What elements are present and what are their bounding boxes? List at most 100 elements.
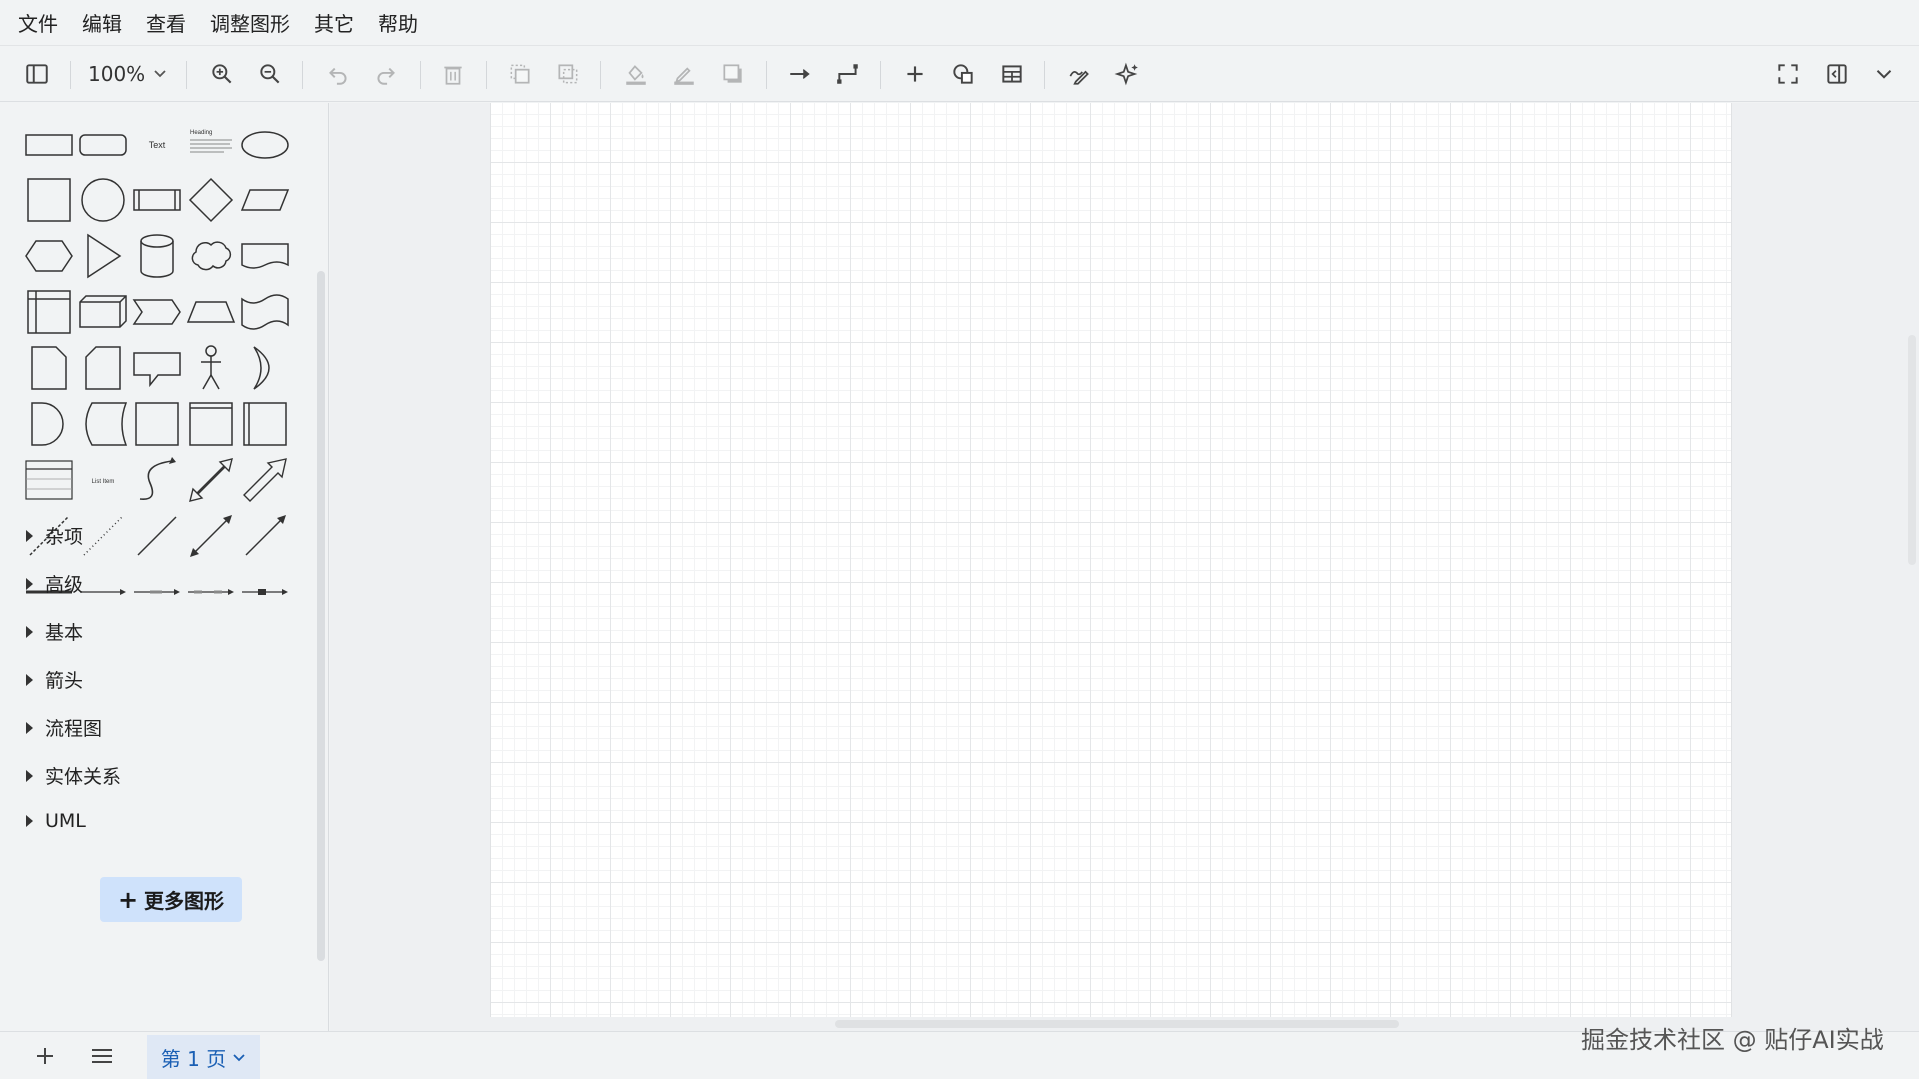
zoom-in-button[interactable] [202,46,242,102]
waypoints-icon [837,64,858,84]
category-uml[interactable]: UML [26,810,86,832]
data-storage-shape[interactable] [76,397,130,451]
document-shape[interactable] [238,229,292,283]
card-shape[interactable] [76,341,130,395]
redo-button[interactable] [366,46,406,102]
expand-button[interactable] [1864,46,1904,102]
note-shape[interactable] [22,341,76,395]
parallelogram-shape[interactable] [238,173,292,227]
shapes-button[interactable] [943,46,983,102]
list-shape[interactable] [22,453,76,507]
format-panel-button[interactable] [1817,46,1857,102]
plus-icon: + [117,885,139,914]
link-arrow-shape[interactable] [76,565,130,619]
arrow-shape[interactable] [238,453,292,507]
rounded-rectangle-shape[interactable] [76,117,130,171]
list-item-shape[interactable]: List Item [76,453,130,507]
table-button[interactable] [992,46,1032,102]
triangle-shape[interactable] [76,229,130,283]
menu-extras[interactable]: 其它 [314,8,354,37]
insert-button[interactable] [895,46,935,102]
process-shape[interactable] [130,173,184,227]
bidirectional-connector-shape[interactable] [184,509,238,563]
rectangle-shape[interactable] [22,117,76,171]
circle-shape[interactable] [76,173,130,227]
cube-shape[interactable] [76,285,130,339]
menu-file[interactable]: 文件 [18,8,58,37]
container-shape[interactable] [130,397,184,451]
internal-storage-shape[interactable] [22,285,76,339]
cloud-shape[interactable] [184,229,238,283]
square-shape[interactable] [22,173,76,227]
add-page-button[interactable] [31,1042,59,1070]
more-shapes-button[interactable]: + 更多图形 [100,877,242,922]
caret-right-icon [26,529,33,542]
caret-right-icon [26,577,33,590]
sidebar-toggle-button[interactable] [17,46,57,102]
diamond-shape[interactable] [184,173,238,227]
line-color-button[interactable] [664,46,704,102]
actor-shape[interactable] [184,341,238,395]
vertical-scrollbar[interactable] [1908,335,1916,565]
app-window: 文件 编辑 查看 调整图形 其它 帮助 100% Text Heading Li… [0,0,1919,1079]
or-shape[interactable] [238,341,292,395]
tape-shape[interactable] [238,285,292,339]
line-shape[interactable] [130,509,184,563]
directional-connector-shape[interactable] [238,509,292,563]
shadow-button[interactable] [713,46,753,102]
undo-button[interactable] [318,46,358,102]
dotted-line-shape[interactable] [76,509,130,563]
horizontal-scrollbar[interactable] [835,1020,1399,1028]
fullscreen-button[interactable] [1768,46,1808,102]
chevron-down-icon[interactable] [232,1046,246,1070]
menu-help[interactable]: 帮助 [378,8,418,37]
menu-arrange[interactable]: 调整图形 [210,8,290,37]
waypoints-button[interactable] [828,46,868,102]
insert-icon [907,66,923,82]
step-shape[interactable] [130,285,184,339]
delete-button[interactable] [433,46,473,102]
hexagon-shape[interactable] [22,229,76,283]
zoom-dropdown[interactable]: 100% [88,46,167,102]
vertical-swimlane-shape[interactable] [238,397,292,451]
bidirectional-arrow-shape[interactable] [184,453,238,507]
shadow-icon [723,64,742,83]
to-back-button[interactable] [548,46,588,102]
heading-text-shape[interactable]: Heading [184,117,238,171]
text-shape[interactable]: Text [130,117,184,171]
category-basic[interactable]: 基本 [26,618,83,645]
ellipse-shape[interactable] [238,117,292,171]
trapezoid-shape[interactable] [184,285,238,339]
connector-with-symbol-shape[interactable] [238,565,292,619]
ai-generate-button[interactable] [1107,46,1147,102]
toolbar-divider [600,61,601,89]
menu-edit[interactable]: 编辑 [82,8,122,37]
toolbar-divider [420,61,421,89]
category-entity-relation[interactable]: 实体关系 [26,762,121,789]
diagram-canvas[interactable] [330,103,1919,1031]
category-misc[interactable]: 杂项 [26,522,83,549]
page-tab-1[interactable]: 第 1 页 [147,1035,260,1079]
freehand-button[interactable] [1059,46,1099,102]
callout-shape[interactable] [130,341,184,395]
pages-menu-button[interactable] [88,1042,116,1070]
category-flowchart[interactable]: 流程图 [26,714,102,741]
label-link-arrow-shape[interactable] [130,565,184,619]
cylinder-shape[interactable] [130,229,184,283]
zoom-out-button[interactable] [250,46,290,102]
diagram-page[interactable] [490,103,1732,1017]
double-label-link-shape[interactable] [184,565,238,619]
menu-view[interactable]: 查看 [146,8,186,37]
category-label: 高级 [45,574,84,596]
connection-button[interactable] [780,46,820,102]
table-icon [1002,65,1022,83]
chevron-down-icon [153,62,167,86]
curve-shape[interactable] [130,453,184,507]
fill-color-button[interactable] [616,46,656,102]
sidebar-scrollbar[interactable] [317,271,325,961]
category-advanced[interactable]: 高级 [26,570,83,597]
to-front-button[interactable] [500,46,540,102]
delay-shape[interactable] [22,397,76,451]
category-arrows[interactable]: 箭头 [26,666,83,693]
swimlane-shape[interactable] [184,397,238,451]
